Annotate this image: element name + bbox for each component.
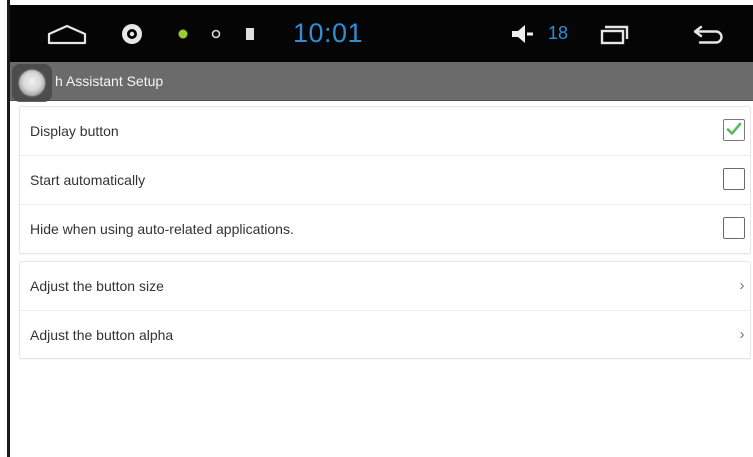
- setting-row-display-button[interactable]: Display button: [20, 107, 750, 156]
- setting-row-hide-auto-apps[interactable]: Hide when using auto-related application…: [20, 205, 750, 253]
- hide-auto-apps-checkbox[interactable]: [723, 217, 745, 239]
- volume-level: 18: [547, 23, 569, 43]
- clock-time: 10:01: [292, 18, 364, 48]
- back-icon[interactable]: [687, 5, 731, 62]
- display-button-checkbox[interactable]: [723, 119, 745, 141]
- setting-row-start-automatically[interactable]: Start automatically: [20, 156, 750, 205]
- chevron-right-icon: ›: [739, 326, 745, 343]
- status-bar: 10:01 18: [10, 5, 753, 62]
- page-title: h Assistant Setup: [55, 73, 164, 89]
- start-automatically-checkbox[interactable]: [723, 168, 745, 190]
- setting-label-button-size: Adjust the button size: [30, 278, 164, 294]
- title-bar: h Assistant Setup: [10, 62, 753, 101]
- recent-apps-icon[interactable]: [595, 5, 635, 62]
- checkmark-icon: [726, 122, 742, 135]
- chevron-right-icon: ›: [739, 277, 745, 294]
- setting-label-display-button: Display button: [30, 123, 119, 139]
- setting-row-button-size[interactable]: Adjust the button size ›: [20, 262, 750, 311]
- adjust-settings-group: Adjust the button size › Adjust the butt…: [19, 261, 751, 359]
- setting-label-button-alpha: Adjust the button alpha: [30, 327, 174, 343]
- screen: 10:01 18 h Assistant Setup Display butto…: [0, 0, 753, 457]
- notification-dot-green-icon: [175, 5, 191, 62]
- home-icon[interactable]: [42, 5, 92, 62]
- toggle-settings-group: Display button Start automatically Hide …: [19, 106, 751, 254]
- setting-label-start-automatically: Start automatically: [30, 172, 146, 188]
- assistive-touch-button-icon[interactable]: [12, 64, 52, 102]
- setting-row-button-alpha[interactable]: Adjust the button alpha ›: [20, 311, 750, 359]
- notification-dot-white-icon: [208, 5, 224, 62]
- settings-icon[interactable]: [112, 5, 152, 62]
- assistive-touch-ball: [19, 70, 45, 96]
- setting-label-hide-auto-apps: Hide when using auto-related application…: [30, 221, 294, 237]
- sd-card-icon: [242, 5, 258, 62]
